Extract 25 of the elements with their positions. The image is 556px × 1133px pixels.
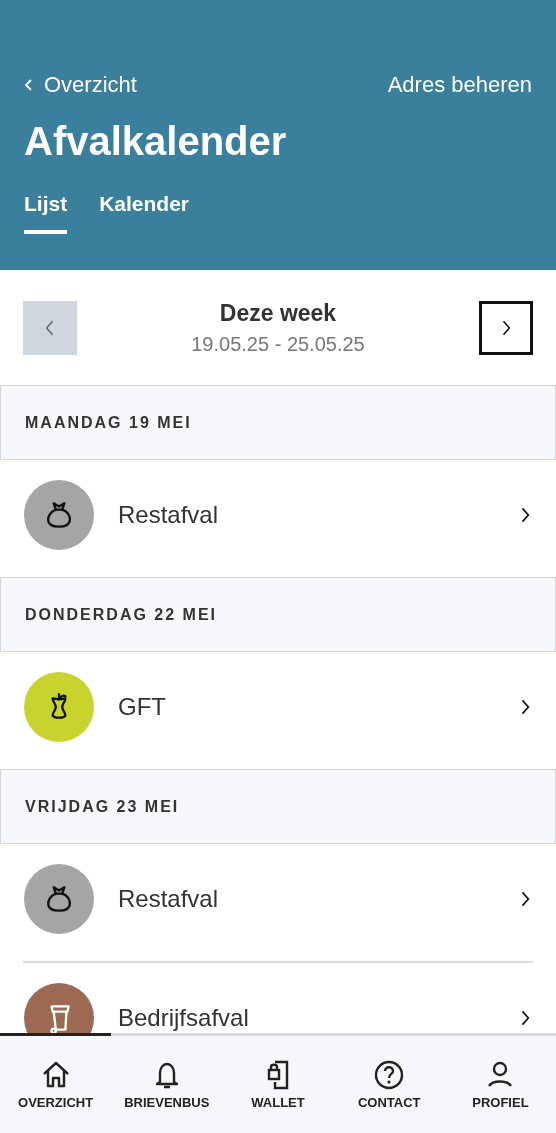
waste-type-label: GFT	[118, 694, 167, 719]
waste-type-label: Restafval	[118, 886, 220, 911]
waste-list-item[interactable]: Restafval	[0, 844, 556, 961]
back-link[interactable]: Overzicht	[24, 72, 137, 98]
waste-list-item[interactable]: GFT	[0, 652, 556, 769]
chevron-left-icon	[24, 77, 34, 93]
day-label: VRIJDAG 23 MEI	[25, 797, 180, 816]
nav-tab[interactable]: WALLET	[222, 1033, 334, 1133]
waste-type-label: Restafval	[118, 502, 220, 527]
waste-type-label: Bedrijfsafval	[118, 1005, 250, 1030]
tab[interactable]: Lijst	[24, 186, 68, 234]
nav-tab[interactable]: BRIEVENBUS	[111, 1033, 223, 1133]
waste-list-item[interactable]: Restafval	[0, 460, 556, 577]
day-label: MAANDAG 19 MEI	[25, 413, 192, 432]
next-week-button[interactable]	[479, 300, 533, 355]
page-title: Afvalkalender	[24, 118, 288, 165]
manage-address-link[interactable]: Adres beheren	[387, 72, 532, 98]
nav-tab[interactable]: OVERZICHT	[0, 1033, 112, 1133]
day-label: DONDERDAG 22 MEI	[25, 605, 218, 624]
week-title: Deze week	[218, 299, 338, 327]
nav-tab[interactable]: PROFIEL	[444, 1033, 556, 1133]
week-date-range: 19.05.25 - 25.05.25	[191, 332, 365, 356]
help-icon	[373, 1059, 406, 1091]
tab[interactable]: Kalender	[99, 186, 190, 234]
nav-tab[interactable]: CONTACT	[333, 1033, 445, 1133]
